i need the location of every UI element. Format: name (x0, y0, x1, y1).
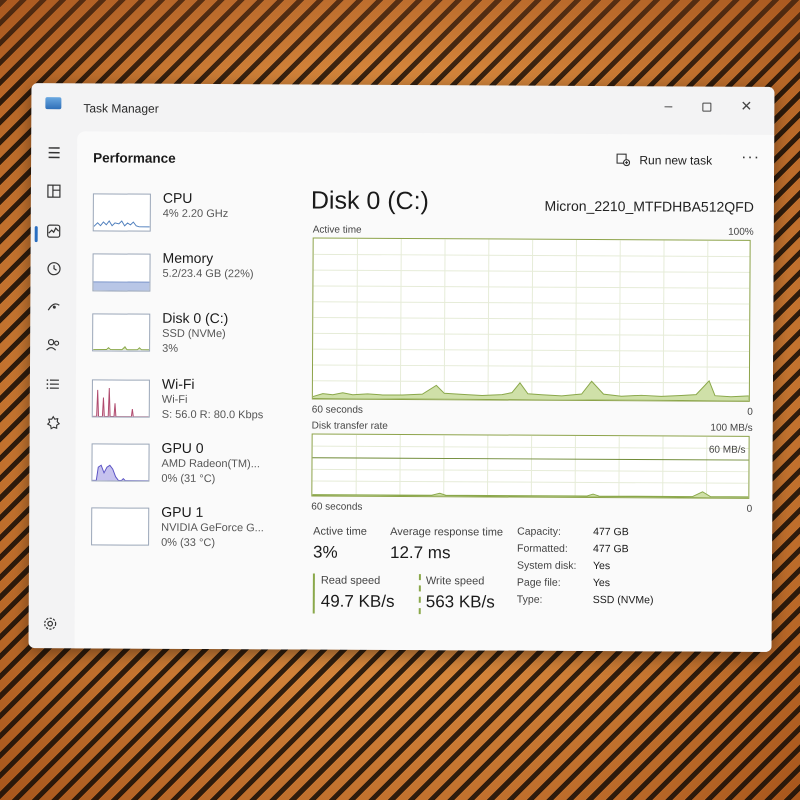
device-list: CPU 4% 2.20 GHz Memory 5.2/23.4 GB (22%)… (83, 189, 285, 639)
task-manager-icon (45, 97, 62, 110)
run-new-task-button[interactable]: Run new task (616, 152, 712, 168)
prop-formatted-value: 477 GB (593, 543, 629, 556)
close-button[interactable]: ✕ (726, 93, 766, 119)
device-detail: SSD (NVMe) (162, 327, 226, 341)
maximize-button[interactable] (686, 92, 726, 118)
stat-avg-response-value: 12.7 ms (389, 542, 451, 563)
maximize-icon (701, 102, 711, 112)
startup-apps-icon[interactable] (42, 299, 64, 321)
device-name: GPU 1 (161, 503, 204, 520)
device-usage: 0% (31 °C) (161, 472, 216, 486)
stat-write-speed-value: 563 KB/s (425, 592, 495, 612)
prop-type-label: Type: (516, 593, 543, 606)
stat-avg-response-label: Average response time (390, 525, 504, 539)
device-name: GPU 0 (161, 439, 204, 456)
prop-system-disk-label: System disk: (516, 559, 577, 572)
window-title: Task Manager (83, 101, 159, 116)
stat-read-speed-label: Read speed (320, 574, 381, 587)
device-item-gpu1[interactable]: GPU 1 NVIDIA GeForce G... 0% (33 °C) (83, 503, 283, 560)
prop-page-file-label: Page file: (516, 576, 561, 589)
transfer-rate-min-label: 0 (746, 503, 753, 515)
device-throughput: S: 56.0 R: 80.0 Kbps (161, 408, 264, 422)
cpu-thumbnail-graph (92, 193, 151, 232)
transfer-rate-graph: 60 MB/s (311, 433, 750, 499)
background-shade (0, 0, 800, 90)
settings-icon[interactable] (43, 616, 58, 636)
processes-icon[interactable] (43, 183, 65, 205)
device-usage: 3% (162, 342, 179, 355)
active-time-graph (311, 237, 751, 402)
device-item-memory[interactable]: Memory 5.2/23.4 GB (22%) (84, 249, 284, 306)
more-options-button[interactable]: ··· (741, 149, 760, 167)
stat-read-speed-value: 49.7 KB/s (320, 591, 395, 611)
title-bar[interactable]: Task Manager – ✕ (31, 83, 774, 127)
device-detail: Wi-Fi (161, 393, 188, 406)
transfer-rate-max-label: 100 MB/s (710, 422, 753, 434)
device-item-disk[interactable]: Disk 0 (C:) SSD (NVMe) 3% (84, 309, 284, 366)
write-speed-indicator (418, 574, 421, 615)
device-name: CPU (162, 189, 193, 206)
device-name: Memory (162, 249, 214, 267)
navigation-sidebar: ☰ (29, 123, 78, 648)
hamburger-icon[interactable]: ☰ (43, 143, 65, 165)
prop-type-value: SSD (NVMe) (592, 594, 654, 607)
content-pane: Performance Run new task ··· CPU 4% 2.20… (74, 131, 775, 652)
gpu0-thumbnail-graph (91, 443, 150, 482)
memory-thumbnail-graph (92, 253, 151, 292)
stat-write-speed-label: Write speed (425, 575, 485, 588)
active-time-graph-label: Active time (312, 224, 362, 236)
device-item-gpu0[interactable]: GPU 0 AMD Radeon(TM)... 0% (31 °C) (83, 439, 283, 496)
device-detail: AMD Radeon(TM)... (161, 457, 260, 471)
page-title: Performance (93, 150, 176, 166)
read-speed-indicator (312, 573, 315, 614)
device-name: Disk 0 (C:) (162, 309, 229, 327)
users-icon[interactable] (42, 337, 64, 359)
device-name: Wi-Fi (161, 375, 195, 392)
transfer-rate-graph-label: Disk transfer rate (311, 420, 388, 432)
task-manager-window: Task Manager – ✕ ☰ Performance Run new t… (28, 83, 775, 652)
disk-thumbnail-graph (92, 313, 151, 352)
stat-active-time-label: Active time (313, 525, 367, 538)
run-task-icon (616, 152, 634, 167)
wifi-thumbnail-graph (91, 379, 150, 418)
performance-icon[interactable] (43, 223, 65, 245)
active-time-x-label: 60 seconds (311, 404, 363, 416)
device-item-cpu[interactable]: CPU 4% 2.20 GHz (85, 189, 285, 246)
prop-formatted-label: Formatted: (517, 542, 568, 555)
run-new-task-label: Run new task (639, 153, 713, 168)
prop-page-file-value: Yes (592, 577, 611, 590)
gpu1-thumbnail-graph (91, 507, 150, 546)
stat-active-time-value: 3% (312, 542, 338, 562)
disk-detail-panel: Disk 0 (C:) Micron_2210_MTFDHBA512QFD Ac… (303, 182, 756, 651)
active-nav-indicator (34, 226, 38, 243)
transfer-rate-mid-label: 60 MB/s (708, 444, 746, 456)
device-usage: 0% (33 °C) (161, 536, 216, 550)
device-detail: NVIDIA GeForce G... (161, 521, 264, 535)
app-history-icon[interactable] (42, 261, 64, 283)
prop-system-disk-value: Yes (592, 560, 611, 573)
minimize-button[interactable]: – (648, 92, 688, 118)
device-detail: 5.2/23.4 GB (22%) (162, 267, 254, 281)
prop-capacity-label: Capacity: (517, 525, 561, 538)
disk-model: Micron_2210_MTFDHBA512QFD (544, 197, 754, 215)
transfer-rate-x-label: 60 seconds (311, 501, 363, 513)
disk-title: Disk 0 (C:) (310, 186, 430, 216)
device-detail: 4% 2.20 GHz (162, 207, 229, 221)
device-item-wifi[interactable]: Wi-Fi Wi-Fi S: 56.0 R: 80.0 Kbps (84, 375, 284, 432)
services-icon[interactable] (42, 415, 64, 437)
active-time-min-label: 0 (747, 406, 753, 418)
active-time-max-label: 100% (728, 226, 754, 238)
prop-capacity-value: 477 GB (593, 526, 629, 539)
details-icon[interactable] (42, 375, 64, 397)
